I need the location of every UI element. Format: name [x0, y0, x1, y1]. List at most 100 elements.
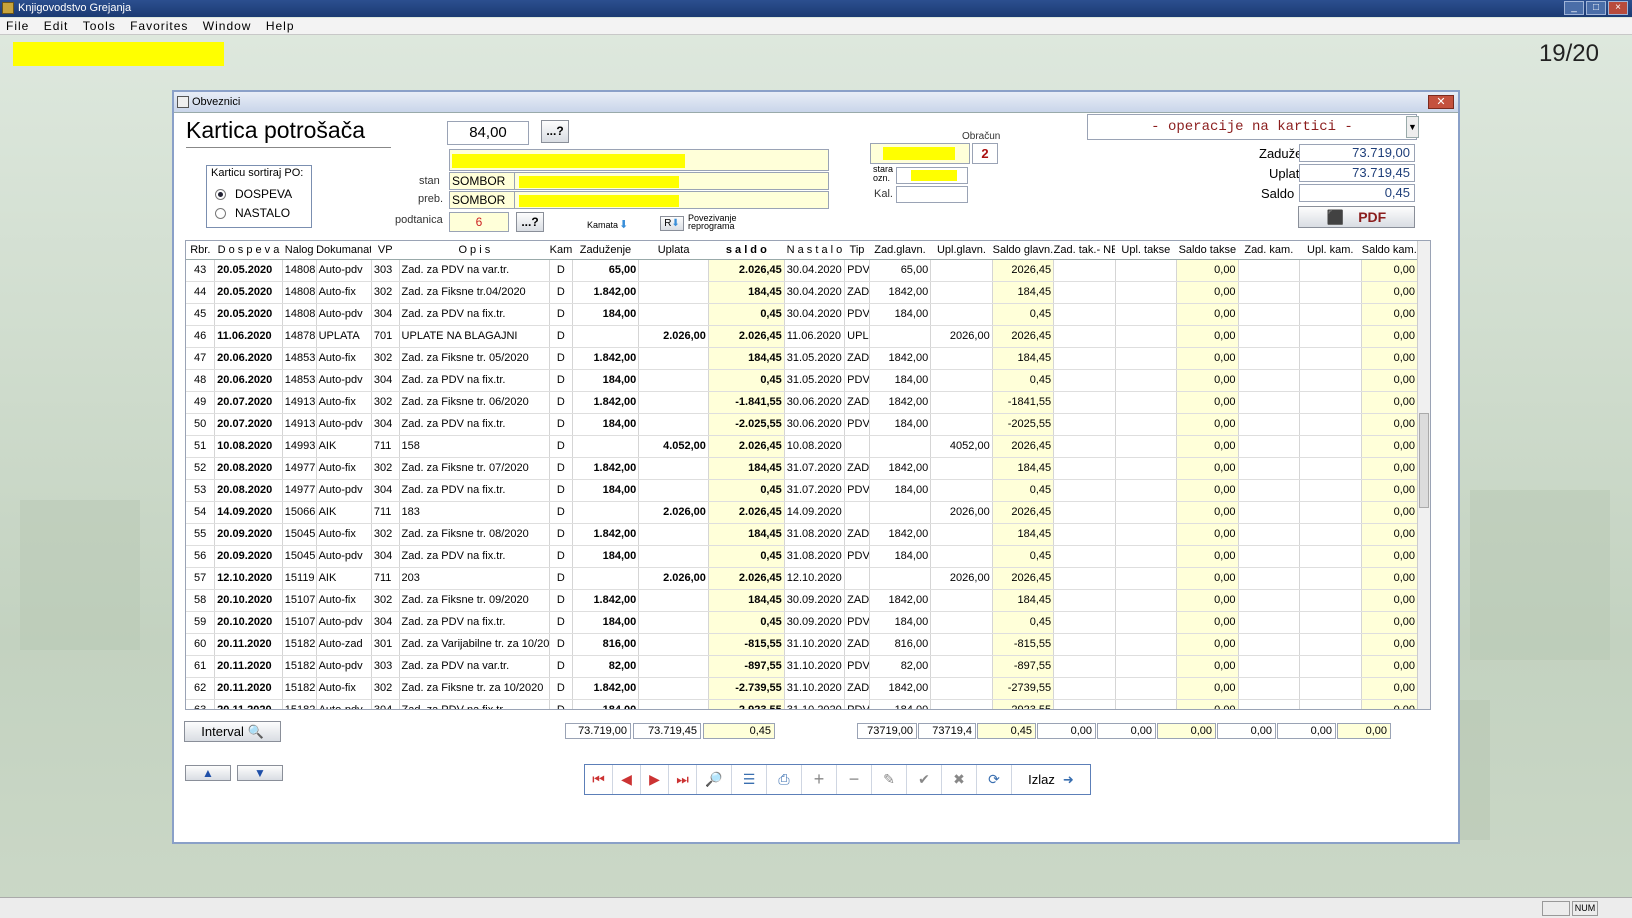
- table-cell: 50: [186, 413, 216, 436]
- table-row[interactable]: 44 20.05.2020 14808 Auto-fix 302 Zad. za Fiks…: [186, 281, 1418, 304]
- next-record-button[interactable]: ▶: [641, 765, 669, 794]
- column-header[interactable]: N a s t a l o: [784, 241, 845, 260]
- table-row[interactable]: 43 20.05.2020 14808 Auto-pdv 303 Zad. za PDV …: [186, 259, 1418, 282]
- menu-file[interactable]: File: [6, 19, 29, 33]
- column-header[interactable]: Uplata: [638, 241, 709, 260]
- scroll-down-button[interactable]: ▼: [237, 765, 283, 781]
- table-row[interactable]: 57 12.10.2020 15119 AIK 711 203 D 2.026,00 2.026…: [186, 567, 1418, 590]
- table-row[interactable]: 53 20.08.2020 14977 Auto-pdv 304 Zad. za PDV …: [186, 479, 1418, 502]
- column-header[interactable]: Dokumanat: [316, 241, 372, 260]
- menu-help[interactable]: Help: [266, 19, 295, 33]
- column-header[interactable]: Saldo glavn.: [992, 241, 1054, 260]
- prev-record-button[interactable]: ◀: [613, 765, 641, 794]
- interval-button[interactable]: Interval 🔍: [184, 721, 281, 742]
- obracun-period-field[interactable]: [870, 143, 970, 164]
- kal-field[interactable]: [896, 186, 968, 203]
- menu-favorites[interactable]: Favorites: [130, 19, 188, 33]
- table-row[interactable]: 61 20.11.2020 15182 Auto-pdv 303 Zad. za PDV …: [186, 655, 1418, 678]
- table-row[interactable]: 59 20.10.2020 15107 Auto-pdv 304 Zad. za PDV …: [186, 611, 1418, 634]
- column-header[interactable]: Tip: [844, 241, 870, 260]
- column-header[interactable]: Kam.: [549, 241, 573, 260]
- sort-option-dospeva[interactable]: DOSPEVA: [215, 187, 292, 201]
- table-row[interactable]: 58 20.10.2020 15107 Auto-fix 302 Zad. za Fiks…: [186, 589, 1418, 612]
- minimize-button[interactable]: _: [1564, 1, 1584, 15]
- maximize-button[interactable]: □: [1586, 1, 1606, 15]
- last-record-button[interactable]: ⏭: [669, 765, 697, 794]
- podtanica-field[interactable]: 6: [449, 212, 509, 232]
- radio-nastalo[interactable]: [215, 207, 226, 219]
- column-header[interactable]: Upl. takse: [1115, 241, 1177, 260]
- table-cell: 0,00: [1361, 501, 1418, 524]
- table-row[interactable]: 56 20.09.2020 15045 Auto-pdv 304 Zad. za PDV …: [186, 545, 1418, 568]
- print-button[interactable]: ⎙: [767, 765, 802, 794]
- column-header[interactable]: Zad.glavn.: [869, 241, 931, 260]
- scroll-up-button[interactable]: ▲: [185, 765, 231, 781]
- column-header[interactable]: Zaduženje: [572, 241, 639, 260]
- column-header[interactable]: Zad. kam.: [1238, 241, 1300, 260]
- column-header[interactable]: Zad. tak.- NE: [1053, 241, 1116, 260]
- column-header[interactable]: Rbr.: [186, 241, 215, 260]
- stan-field[interactable]: SOMBOR: [449, 172, 829, 190]
- table-row[interactable]: 48 20.06.2020 14853 Auto-pdv 304 Zad. za PDV …: [186, 369, 1418, 392]
- table-cell: 30.06.2020: [784, 391, 846, 414]
- table-row[interactable]: 47 20.06.2020 14853 Auto-fix 302 Zad. za Fiks…: [186, 347, 1418, 370]
- column-header[interactable]: s a l d o: [708, 241, 785, 260]
- code-lookup-button[interactable]: ...?: [541, 120, 569, 143]
- podtanica-lookup-button[interactable]: ...?: [516, 212, 544, 232]
- table-cell: 301: [371, 633, 400, 656]
- table-row[interactable]: 49 20.07.2020 14913 Auto-fix 302 Zad. za Fiks…: [186, 391, 1418, 414]
- radio-dospeva[interactable]: [215, 188, 226, 200]
- refresh-button[interactable]: ⟳: [977, 765, 1012, 794]
- table-row[interactable]: 63 20.11.2020 15182 Auto-pdv 304 Zad. za PDV …: [186, 699, 1418, 709]
- kartica-table: Rbr. D o s p e v a Nalog Dokumanat VP O p i s…: [186, 241, 1418, 709]
- table-cell: Auto-fix: [316, 281, 372, 304]
- name-field[interactable]: [449, 149, 829, 171]
- chevron-down-icon[interactable]: ▼: [1406, 116, 1419, 138]
- confirm-button[interactable]: ✔: [907, 765, 942, 794]
- pdf-button[interactable]: ⬛ PDF: [1298, 206, 1415, 228]
- stara-ozn-field[interactable]: [896, 167, 968, 184]
- column-header[interactable]: Saldo takse: [1176, 241, 1239, 260]
- window-close-button[interactable]: ✕: [1428, 95, 1454, 109]
- table-cell: [638, 589, 709, 612]
- app-icon: [2, 2, 14, 14]
- cancel-button[interactable]: ✖: [942, 765, 977, 794]
- table-row[interactable]: 54 14.09.2020 15066 AIK 711 183 D 2.026,00 2.026…: [186, 501, 1418, 524]
- column-header[interactable]: VP: [371, 241, 400, 260]
- table-row[interactable]: 60 20.11.2020 15182 Auto-zad 301 Zad. za Vari…: [186, 633, 1418, 656]
- column-header[interactable]: Upl.glavn.: [930, 241, 993, 260]
- table-cell: [930, 523, 993, 546]
- close-app-button[interactable]: ×: [1608, 1, 1628, 15]
- vertical-scrollbar[interactable]: [1417, 241, 1430, 709]
- table-row[interactable]: 55 20.09.2020 15045 Auto-fix 302 Zad. za Fiks…: [186, 523, 1418, 546]
- reprogram-button[interactable]: R⬇: [660, 216, 684, 231]
- menu-tools[interactable]: Tools: [83, 19, 116, 33]
- table-row[interactable]: 52 20.08.2020 14977 Auto-fix 302 Zad. za Fiks…: [186, 457, 1418, 480]
- list-button[interactable]: ☰: [732, 765, 767, 794]
- column-header[interactable]: D o s p e v a: [214, 241, 283, 260]
- table-row[interactable]: 45 20.05.2020 14808 Auto-pdv 304 Zad. za PDV …: [186, 303, 1418, 326]
- obracun-number[interactable]: 2: [972, 143, 998, 164]
- column-header[interactable]: Saldo kam.: [1361, 241, 1418, 260]
- table-row[interactable]: 62 20.11.2020 15182 Auto-fix 302 Zad. za Fiks…: [186, 677, 1418, 700]
- sort-option-nastalo[interactable]: NASTALO: [215, 206, 290, 220]
- column-header[interactable]: Upl. kam.: [1299, 241, 1361, 260]
- menu-window[interactable]: Window: [203, 19, 252, 33]
- remove-button[interactable]: −: [837, 765, 872, 794]
- first-record-button[interactable]: ⏮: [585, 765, 613, 794]
- exit-button[interactable]: Izlaz ➜: [1012, 765, 1090, 794]
- table-row[interactable]: 51 10.08.2020 14993 AIK 711 158 D 4.052,00 2.026…: [186, 435, 1418, 458]
- code-input[interactable]: 84,00: [447, 121, 529, 145]
- edit-button[interactable]: ✎: [872, 765, 907, 794]
- table-row[interactable]: 50 20.07.2020 14913 Auto-pdv 304 Zad. za PDV …: [186, 413, 1418, 436]
- add-button[interactable]: +: [802, 765, 837, 794]
- table-cell: 0,00: [1361, 545, 1418, 568]
- scroll-thumb[interactable]: [1419, 413, 1429, 508]
- column-header[interactable]: Nalog: [282, 241, 317, 260]
- column-header[interactable]: O p i s: [399, 241, 550, 260]
- preview-button[interactable]: 🔎: [697, 765, 732, 794]
- table-row[interactable]: 46 11.06.2020 14878 UPLATA 701 UPLATE NA BLAG…: [186, 325, 1418, 348]
- preb-field[interactable]: SOMBOR: [449, 191, 829, 209]
- operations-dropdown[interactable]: - operacije na kartici -: [1087, 114, 1417, 140]
- menu-edit[interactable]: Edit: [44, 19, 69, 33]
